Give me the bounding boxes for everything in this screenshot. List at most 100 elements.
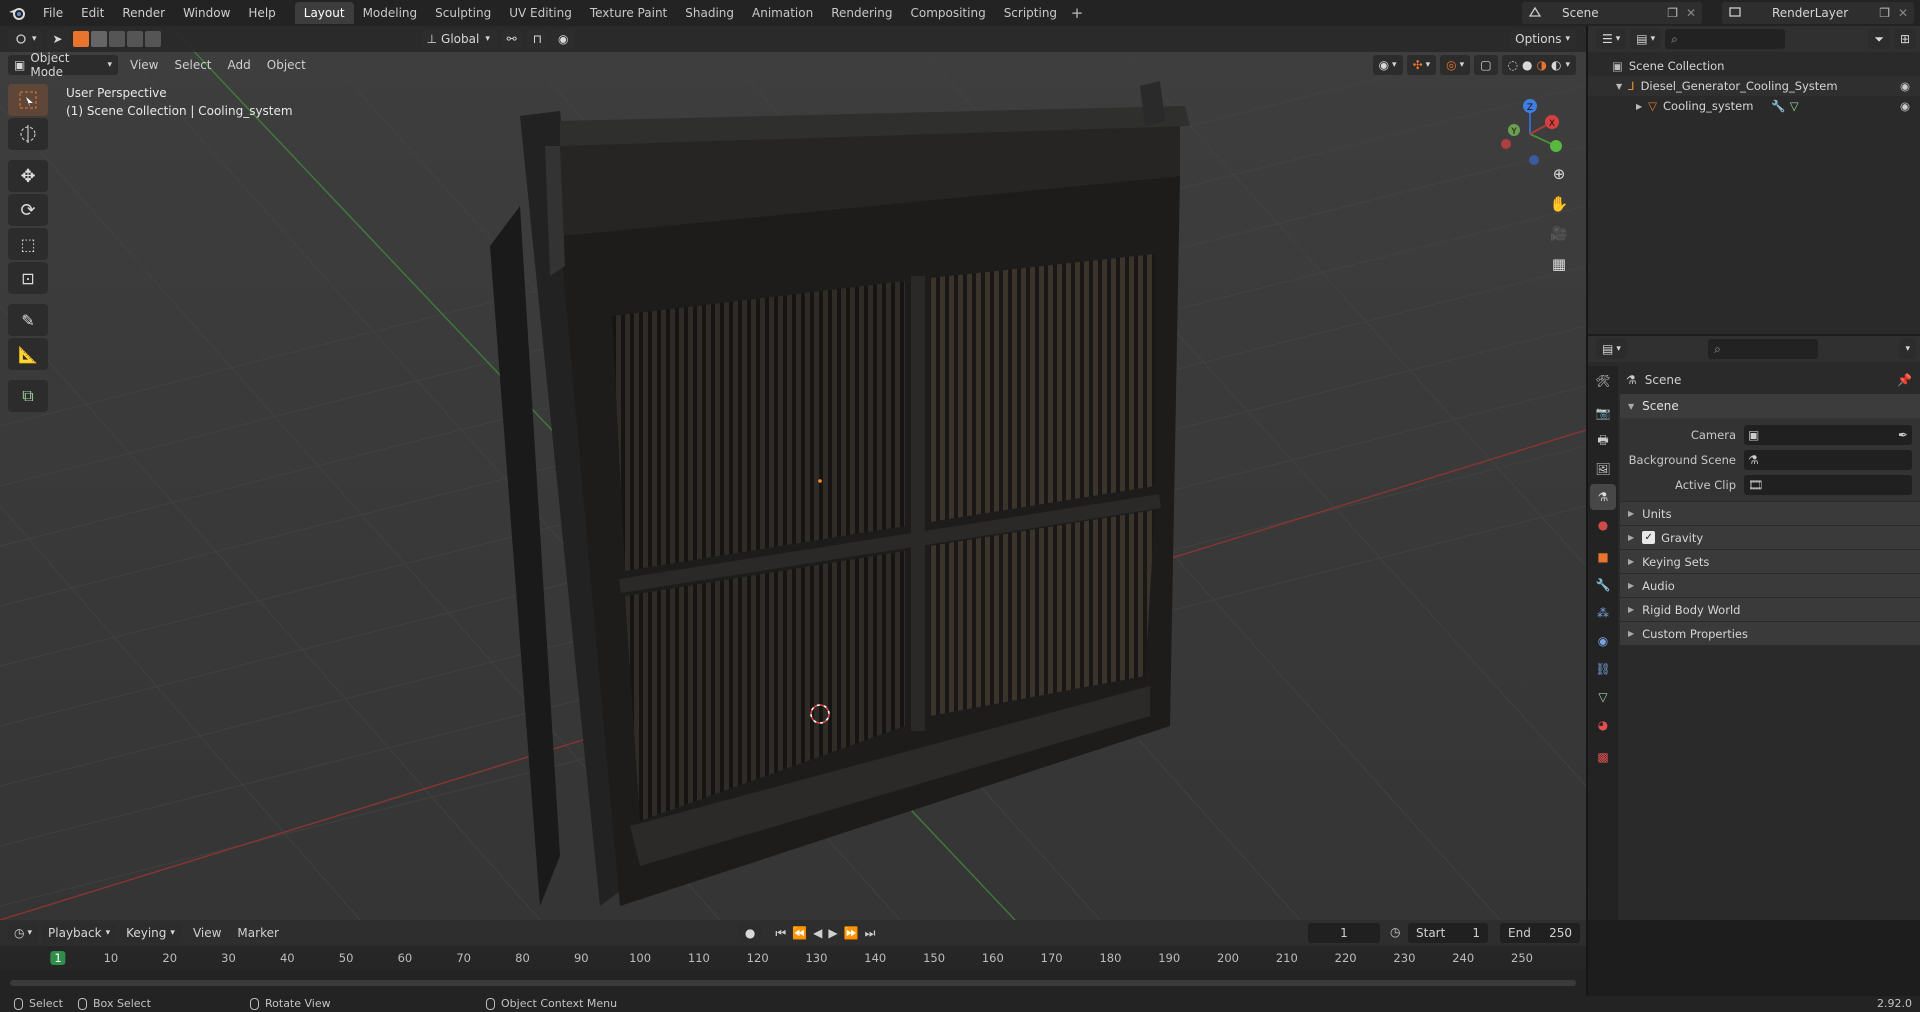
properties-options[interactable]: ▾ — [1899, 339, 1916, 359]
view-layer-selector[interactable]: RenderLayer ❐ ✕ — [1722, 2, 1914, 24]
visibility-eye-icon[interactable]: ◉ — [1900, 99, 1910, 113]
select-invert-icon[interactable] — [126, 31, 143, 47]
outliner-row-collection[interactable]: ▼ ⅃ Diesel_Generator_Cooling_System ◉ — [1588, 76, 1920, 96]
add-cube-tool[interactable]: ⧉ — [8, 380, 48, 412]
tab-texture-paint[interactable]: Texture Paint — [581, 2, 676, 24]
camera-view-button[interactable]: 🎥 — [1544, 220, 1574, 248]
tab-data[interactable]: ▽ — [1590, 684, 1616, 710]
select-extend-icon[interactable] — [90, 31, 107, 47]
3d-viewport[interactable]: ▾ ➤ ⊥ Global ▾ ⚯ ⊓ ◉ Options ▾ ▣ Object — [0, 26, 1586, 920]
overlays-toggle[interactable]: ◎ ▾ — [1440, 55, 1471, 75]
tab-render[interactable]: 📷 — [1590, 400, 1616, 426]
material-shading-icon[interactable]: ◑ — [1537, 58, 1547, 72]
transform-orientation-dropdown[interactable]: ⊥ Global ▾ — [420, 29, 497, 49]
menu-view[interactable]: View — [185, 926, 229, 940]
close-icon[interactable]: ✕ — [1686, 6, 1696, 20]
options-dropdown[interactable]: Options ▾ — [1509, 29, 1576, 49]
menu-add[interactable]: Add — [220, 58, 259, 72]
rotate-tool[interactable]: ⟳ — [8, 194, 48, 226]
play-reverse-icon[interactable]: ◀ — [813, 926, 822, 941]
eyedropper-icon[interactable]: ✒ — [1898, 428, 1908, 442]
play-icon[interactable]: ▶ — [828, 926, 837, 941]
record-button[interactable]: ● — [738, 923, 762, 943]
jump-end-icon[interactable]: ⏭ — [865, 926, 876, 941]
gravity-checkbox[interactable]: ✓ — [1642, 531, 1656, 544]
tab-texture[interactable]: ▩ — [1590, 744, 1616, 770]
display-mode-dropdown[interactable]: ▤ ▾ — [1630, 29, 1662, 49]
timeline-ruler[interactable]: 1 10 20 30 40 50 60 70 80 90 100 110 120 130 140 150 160… — [0, 946, 1586, 996]
gizmo-neg-z-axis[interactable] — [1529, 155, 1539, 165]
wireframe-shading-icon[interactable]: ◌ — [1508, 58, 1518, 72]
outliner-search[interactable]: ⌕ — [1665, 29, 1786, 49]
transform-tool[interactable]: ⊡ — [8, 262, 48, 294]
custom-properties-panel[interactable]: ▶ Custom Properties — [1620, 621, 1920, 645]
mesh-data-icon[interactable]: ▽ — [1790, 99, 1799, 113]
timeline-scrollbar[interactable] — [10, 980, 1576, 986]
tab-animation[interactable]: Animation — [743, 2, 822, 24]
copy-icon[interactable]: ❐ — [1879, 6, 1890, 20]
properties-editor-type[interactable]: ▤ ▾ — [1596, 339, 1627, 359]
timeline-body[interactable] — [0, 970, 1586, 996]
tab-object[interactable]: ■ — [1590, 544, 1616, 570]
select-box-tool[interactable] — [8, 84, 48, 116]
new-collection-button[interactable]: ⊞ — [1893, 29, 1916, 49]
prev-keyframe-icon[interactable]: ⏪ — [792, 926, 807, 941]
tab-tool[interactable]: 🛠 — [1590, 368, 1616, 394]
tab-physics[interactable]: ◉ — [1590, 628, 1616, 654]
object-mode-dropdown[interactable]: ▣ Object Mode ▾ — [8, 51, 118, 79]
menu-view[interactable]: View — [122, 58, 166, 72]
units-panel[interactable]: ▶ Units — [1620, 501, 1920, 525]
scale-tool[interactable]: ⬚ — [8, 228, 48, 260]
tab-output[interactable]: 🖶 — [1590, 428, 1616, 454]
menu-file[interactable]: File — [34, 0, 72, 26]
audio-panel[interactable]: ▶ Audio — [1620, 573, 1920, 597]
gravity-panel[interactable]: ▶ ✓ Gravity — [1620, 525, 1920, 549]
camera-field[interactable]: ▣ ✒ — [1744, 424, 1912, 445]
properties-search[interactable]: ⌕ — [1708, 339, 1819, 359]
gizmo-y-axis[interactable] — [1550, 140, 1562, 152]
collapse-arrow-icon[interactable]: ▶ — [1636, 102, 1642, 111]
filter-dropdown[interactable]: ⏷ — [1868, 29, 1890, 49]
select-intersect-icon[interactable] — [144, 31, 161, 47]
tab-world[interactable]: ● — [1590, 512, 1616, 538]
tab-view-layer[interactable]: 🖼 — [1590, 456, 1616, 482]
menu-render[interactable]: Render — [113, 0, 174, 26]
background-scene-field[interactable]: ⚗ — [1744, 449, 1912, 470]
outliner-row-object[interactable]: ▶ ▽ Cooling_system 🔧 ▽ ◉ — [1588, 96, 1920, 116]
playback-dropdown[interactable]: Playback ▾ — [42, 923, 117, 943]
add-workspace-button[interactable]: + — [1066, 4, 1088, 22]
visibility-dropdown[interactable]: ◉ ▾ — [1372, 55, 1403, 75]
close-icon[interactable]: ✕ — [1898, 6, 1908, 20]
tab-layout[interactable]: Layout — [294, 2, 354, 24]
navigation-gizmo[interactable]: X Z Y — [1490, 86, 1570, 166]
zoom-button[interactable]: ⊕ — [1544, 160, 1574, 188]
xray-toggle[interactable]: ▢ — [1474, 55, 1498, 75]
pan-button[interactable]: ✋ — [1544, 190, 1574, 218]
start-frame-field[interactable]: Start 1 — [1408, 923, 1488, 943]
active-clip-field[interactable]: 🎞 — [1744, 474, 1912, 495]
ortho-toggle-button[interactable]: ▦ — [1544, 250, 1574, 278]
shading-buttons[interactable]: ◌ ● ◑ ◐ ▾ — [1501, 55, 1576, 75]
solid-shading-icon[interactable]: ● — [1522, 58, 1532, 72]
gizmo-toggle[interactable]: ✣ ▾ — [1406, 55, 1437, 75]
menu-help[interactable]: Help — [239, 0, 284, 26]
tab-particles[interactable]: ⁂ — [1590, 600, 1616, 626]
measure-tool[interactable]: 📐 — [8, 338, 48, 370]
outliner-row-scene-collection[interactable]: ▣ Scene Collection — [1588, 56, 1920, 76]
rendered-shading-icon[interactable]: ◐ — [1551, 58, 1561, 72]
editor-type-button[interactable]: ▾ — [8, 29, 43, 49]
select-tool-button[interactable]: ➤ — [46, 29, 69, 49]
proportional-edit-button[interactable]: ◉ — [552, 29, 575, 49]
tab-shading[interactable]: Shading — [676, 2, 743, 24]
menu-window[interactable]: Window — [174, 0, 239, 26]
tab-scene[interactable]: ⚗ — [1590, 484, 1616, 510]
tab-scripting[interactable]: Scripting — [995, 2, 1066, 24]
next-keyframe-icon[interactable]: ⏩ — [844, 926, 859, 941]
menu-marker[interactable]: Marker — [229, 926, 286, 940]
select-new-icon[interactable] — [72, 31, 89, 47]
blender-logo-icon[interactable] — [0, 0, 34, 26]
scene-section-header[interactable]: ▼ Scene — [1620, 394, 1920, 418]
menu-edit[interactable]: Edit — [72, 0, 113, 26]
current-frame-field[interactable]: 1 — [1308, 923, 1380, 943]
keying-sets-panel[interactable]: ▶ Keying Sets — [1620, 549, 1920, 573]
